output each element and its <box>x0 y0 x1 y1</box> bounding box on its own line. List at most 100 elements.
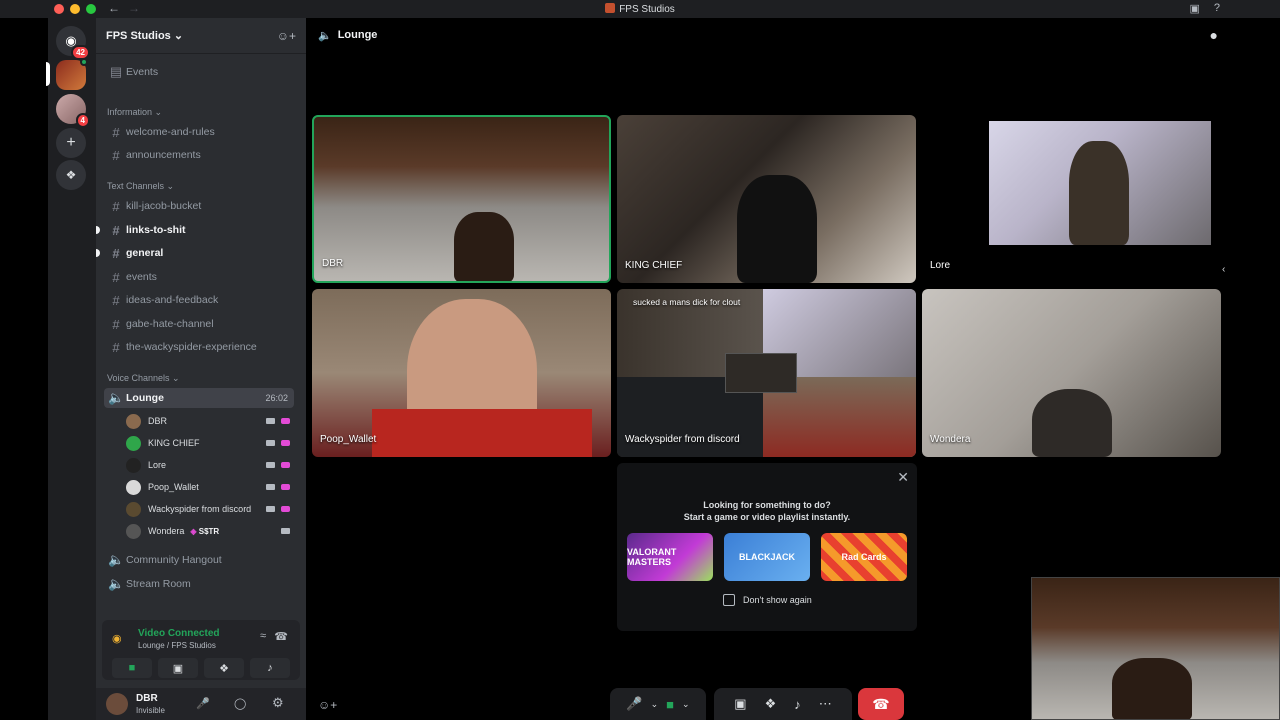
camera-icon <box>266 440 275 446</box>
avatar[interactable] <box>106 693 128 715</box>
help-icon[interactable]: ? <box>1214 2 1220 15</box>
dont-show-again-label: Don't show again <box>743 595 812 605</box>
user-status: Invisible <box>136 706 165 715</box>
channel-events[interactable]: # events <box>104 267 294 287</box>
live-icon <box>281 418 290 424</box>
tag-icon: ◈ <box>190 526 197 536</box>
voice-user[interactable]: Wondera ◈ S$TR <box>126 522 294 540</box>
live-icon <box>281 506 290 512</box>
dont-show-again-checkbox[interactable] <box>723 594 735 606</box>
participant-figure <box>1032 389 1112 457</box>
hash-icon: # <box>112 339 120 355</box>
activities-button[interactable]: ❖ <box>204 658 244 678</box>
participant-name: KING CHIEF <box>625 260 683 271</box>
phone-hangup-icon: ☎ <box>872 695 890 712</box>
video-tile-king-chief[interactable]: KING CHIEF <box>617 115 916 283</box>
avatar <box>126 457 141 473</box>
channel-sidebar: FPS Studios ⌄ ☺+ ▤ Events Information ⌄ #… <box>96 18 306 720</box>
noise-suppression-icon[interactable]: ≈ <box>260 630 266 642</box>
hash-icon: # <box>112 222 120 238</box>
voice-channel-lounge[interactable]: 🔈 Lounge 26:02 <box>104 388 294 408</box>
server-icon[interactable]: 4 <box>56 94 90 128</box>
voice-channel-community-hangout[interactable]: 🔈 Community Hangout <box>104 550 294 570</box>
channel-links-to-shit[interactable]: # links-to-shit <box>96 220 294 240</box>
screenshare-icon[interactable]: ▣ <box>734 696 746 712</box>
channel-announcements[interactable]: # announcements <box>104 145 294 165</box>
disconnect-icon[interactable]: ☎ <box>274 630 288 643</box>
chat-bubble-icon[interactable]: ● <box>1210 27 1218 43</box>
live-icon <box>281 440 290 446</box>
username: DBR <box>136 693 158 704</box>
participant-name: Lore <box>930 260 951 271</box>
voice-user[interactable]: DBR <box>126 412 294 430</box>
activity-card-blackjack[interactable]: BLACKJACK <box>724 533 810 581</box>
channel-title: Lounge <box>337 29 378 41</box>
activities-icon[interactable]: ❖ <box>765 696 777 712</box>
participant-figure <box>454 212 514 281</box>
chevron-down-icon[interactable]: ⌄ <box>651 699 659 710</box>
connection-location[interactable]: Lounge / FPS Studios <box>138 641 216 650</box>
settings-gear-icon[interactable]: ⚙ <box>272 695 284 711</box>
camera-icon <box>266 462 275 468</box>
video-tile-wondera[interactable]: Wondera <box>922 289 1221 457</box>
voice-user[interactable]: Lore <box>126 456 294 474</box>
participant-figure <box>1069 141 1129 245</box>
soundboard-button[interactable]: ♪ <box>250 658 290 678</box>
server-header[interactable]: FPS Studios ⌄ ☺+ <box>96 18 306 54</box>
channel-gabe-hate-channel[interactable]: # gabe-hate-channel <box>104 314 294 334</box>
video-tile-lore[interactable]: Lore <box>922 115 1221 283</box>
video-tile-poop-wallet[interactable]: Poop_Wallet <box>312 289 611 457</box>
inbox-icon[interactable]: ▣ <box>1189 2 1199 15</box>
channel-ideas-and-feedback[interactable]: # ideas-and-feedback <box>104 290 294 310</box>
hash-icon: # <box>112 198 120 214</box>
server-icon[interactable] <box>56 58 88 90</box>
microphone-icon[interactable]: 🎤 <box>196 697 210 710</box>
chevron-down-icon[interactable]: ⌄ <box>682 699 690 710</box>
headphones-icon[interactable]: ◯ <box>234 697 246 710</box>
video-tile-wackyspider[interactable]: sucked a mans dick for clout Wackyspider… <box>617 289 916 457</box>
soundboard-icon: ♪ <box>267 662 273 674</box>
voice-user[interactable]: Wackyspider from discord <box>126 500 294 518</box>
hash-icon: # <box>112 124 120 140</box>
category-voice-channels[interactable]: Voice Channels ⌄ <box>107 373 180 384</box>
voice-user[interactable]: Poop_Wallet <box>126 478 294 496</box>
camera-icon[interactable]: ■ <box>666 697 674 712</box>
channel-welcome-and-rules[interactable]: # welcome-and-rules <box>104 122 294 142</box>
self-view-pip[interactable] <box>1031 577 1280 720</box>
add-server-button[interactable]: + <box>56 128 86 158</box>
avatar <box>126 523 141 539</box>
channel-the-wackyspider-experience[interactable]: # the-wackyspider-experience <box>104 337 294 357</box>
discord-home-button[interactable]: ◉ 42 <box>56 26 90 60</box>
activity-card-rad-cards[interactable]: Rad Cards <box>821 533 907 581</box>
channel-kill-jacob-bucket[interactable]: # kill-jacob-bucket <box>104 196 294 216</box>
more-options-icon[interactable]: ⋯ <box>819 696 832 712</box>
discover-button[interactable]: ❖ <box>56 160 86 190</box>
voice-connection-panel: ◉ Video Connected Lounge / FPS Studios ≈… <box>102 620 300 680</box>
server-list: ◉ 42 4 + ❖ <box>46 18 96 720</box>
camera-toggle-button[interactable]: ■ <box>112 658 152 678</box>
hash-icon: # <box>112 316 120 332</box>
activity-card-valorant[interactable]: VALORANT MASTERS <box>627 533 713 581</box>
stream-overlay-text: sucked a mans dick for clout <box>633 297 741 307</box>
user-panel: DBR Invisible 🎤 ◯ ⚙ <box>96 688 306 720</box>
microphone-icon[interactable]: 🎤 <box>626 696 642 712</box>
voice-channel-stream-room[interactable]: 🔈 Stream Room <box>104 574 294 594</box>
soundboard-icon[interactable]: ♪ <box>794 697 801 712</box>
voice-user[interactable]: KING CHIEF <box>126 434 294 452</box>
close-icon[interactable]: ✕ <box>897 469 909 486</box>
invite-icon[interactable]: ☺+ <box>318 698 337 712</box>
category-information[interactable]: Information ⌄ <box>107 107 162 118</box>
invite-people-icon[interactable]: ☺+ <box>277 29 296 43</box>
participant-figure <box>1112 658 1192 719</box>
video-tile-dbr[interactable]: DBR <box>312 115 611 283</box>
camera-icon <box>281 528 290 534</box>
channel-general[interactable]: # general <box>96 243 294 263</box>
notification-badge: 42 <box>71 45 90 60</box>
screenshare-button[interactable]: ▣ <box>158 658 198 678</box>
hang-up-button[interactable]: ☎ <box>858 688 904 720</box>
call-header: 🔈 Lounge ● <box>306 18 1226 52</box>
category-text-channels[interactable]: Text Channels ⌄ <box>107 181 174 192</box>
chevron-left-icon[interactable]: ‹ <box>1222 264 1225 275</box>
events-link[interactable]: ▤ Events <box>104 62 294 82</box>
compass-icon: ❖ <box>65 168 77 182</box>
